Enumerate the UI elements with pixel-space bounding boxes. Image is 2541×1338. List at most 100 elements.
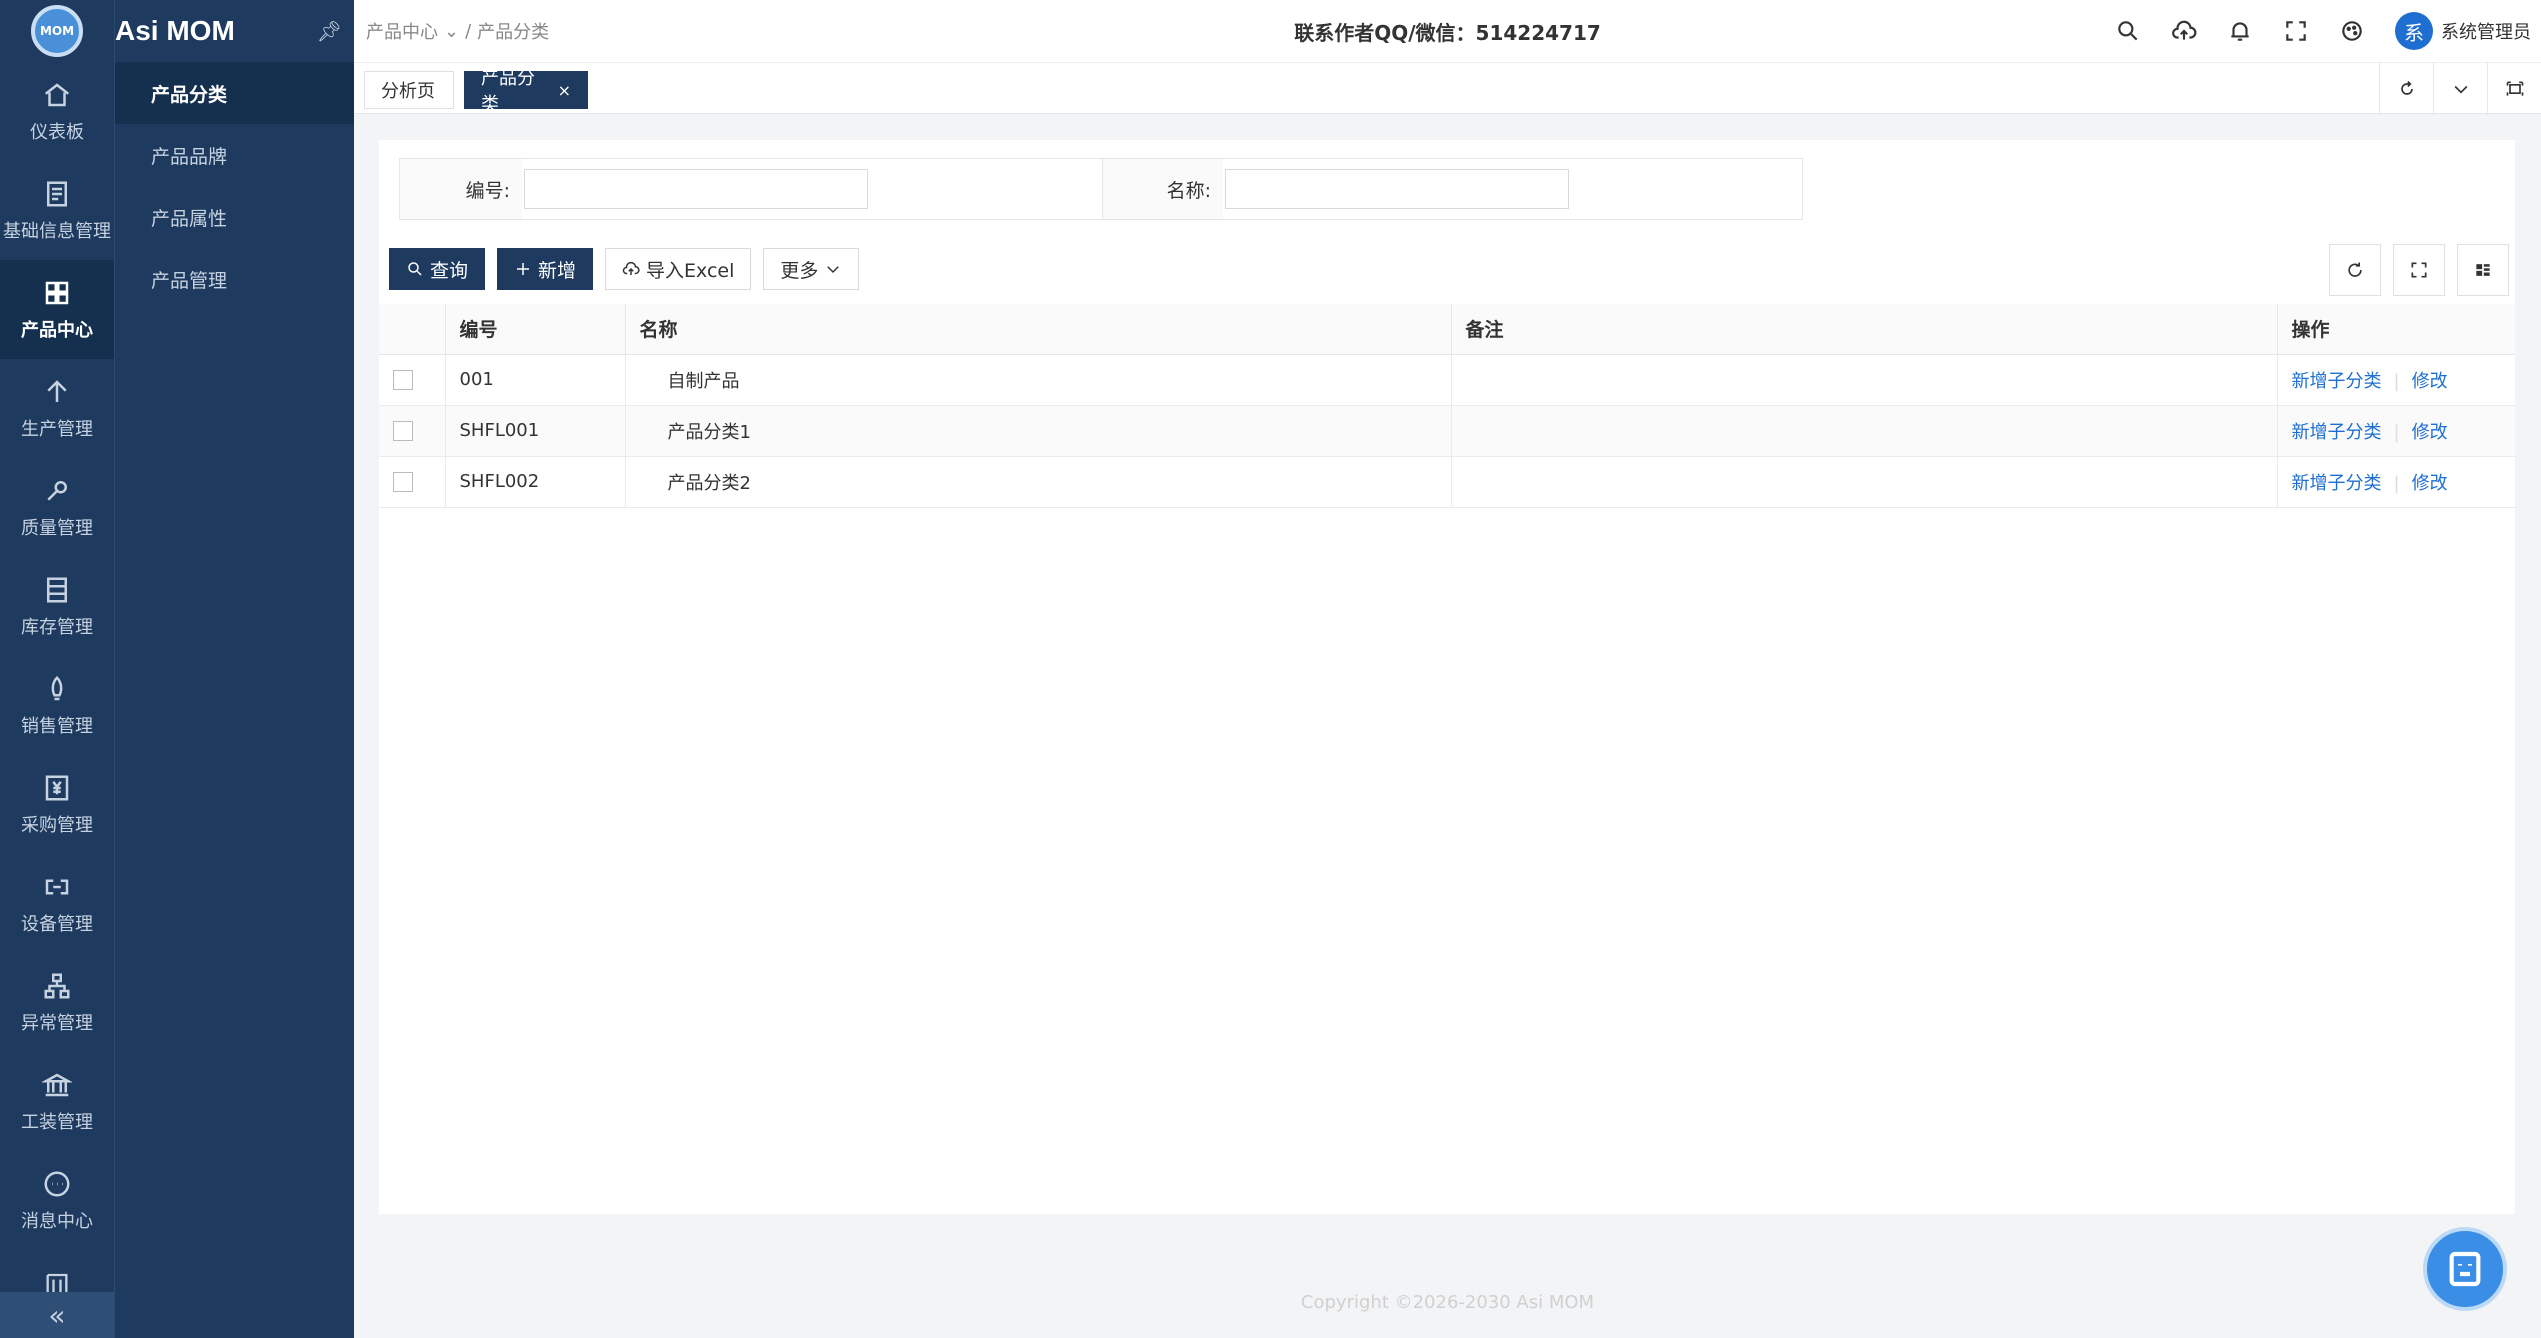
import-excel-button[interactable]: 导入Excel — [605, 248, 752, 290]
chevron-down-icon: ⌄ — [444, 20, 460, 42]
data-table-panel: 编号 名称 备注 操作 001 自制产品 新增子分类 | 修改 SHFL001 … — [379, 304, 2515, 1214]
expand-button[interactable] — [2393, 244, 2445, 296]
breadcrumb-item-product-center[interactable]: 产品中心 — [366, 18, 438, 44]
code-input[interactable] — [524, 169, 868, 209]
cloud-upload-icon[interactable] — [2171, 18, 2197, 44]
assistant-chat-button[interactable] — [2423, 1227, 2507, 1311]
breadcrumb-separator: / — [465, 20, 472, 42]
column-header-remark[interactable]: 备注 — [1451, 304, 2278, 355]
warehouse-icon — [42, 575, 72, 605]
name-input[interactable] — [1225, 169, 1569, 209]
fullscreen-icon[interactable] — [2283, 18, 2309, 44]
edit-link[interactable]: 修改 — [2412, 473, 2448, 494]
rail-item-label: 采购管理 — [21, 814, 93, 836]
rail-item-product-center[interactable]: 产品中心 — [0, 260, 114, 359]
maximize-icon[interactable] — [2487, 63, 2541, 115]
code-field-cell: 编号: — [400, 159, 1102, 219]
avatar: 系 — [2395, 12, 2433, 50]
add-child-link[interactable]: 新增子分类 — [2292, 473, 2382, 494]
submenu-item-product-brand[interactable]: 产品品牌 — [115, 124, 354, 186]
divider: | — [2393, 472, 2400, 494]
rail-item-label: 工装管理 — [21, 1111, 93, 1133]
rail-item-quality[interactable]: 质量管理 — [0, 458, 114, 557]
edit-link[interactable]: 修改 — [2412, 422, 2448, 443]
more-button[interactable]: 更多 — [763, 248, 860, 290]
table-row[interactable]: 001 自制产品 新增子分类 | 修改 — [379, 354, 2515, 406]
rail-item-exception[interactable]: 异常管理 — [0, 953, 114, 1052]
add-child-link[interactable]: 新增子分类 — [2292, 422, 2382, 443]
table-row[interactable]: SHFL001 产品分类1 新增子分类 | 修改 — [379, 405, 2515, 457]
chevron-down-icon[interactable] — [2433, 63, 2487, 115]
tab-analysis[interactable]: 分析页 — [364, 71, 454, 109]
edit-link[interactable]: 修改 — [2412, 371, 2448, 392]
tab-tools — [2379, 63, 2541, 115]
rail-item-sales[interactable]: 销售管理 — [0, 656, 114, 755]
plus-icon — [517, 263, 530, 275]
submenu-item-product-category[interactable]: 产品分类 — [115, 62, 354, 124]
name-field-cell: 名称: — [1102, 159, 1802, 219]
layout-icon — [2476, 264, 2490, 276]
code-cell: SHFL002 — [445, 456, 626, 508]
rail-item-production[interactable]: 生产管理 — [0, 359, 114, 458]
expand-icon — [2411, 262, 2427, 278]
rail-item-dashboard[interactable]: 仪表板 — [0, 62, 114, 161]
breadcrumb-item-current: 产品分类 — [477, 22, 550, 43]
row-checkbox[interactable] — [393, 421, 413, 441]
rail-item-tooling[interactable]: 工装管理 — [0, 1052, 114, 1151]
refresh-button[interactable] — [2329, 244, 2381, 296]
submenu-item-label: 产品管理 — [151, 269, 228, 292]
row-select-cell — [379, 456, 446, 508]
rail-item-purchase[interactable]: 采购管理 — [0, 755, 114, 854]
name-text: 自制产品 — [667, 370, 740, 392]
tab-product-category[interactable]: 产品分类 × — [464, 68, 588, 115]
chat-icon — [42, 1169, 72, 1199]
rail-item-equipment[interactable]: 设备管理 — [0, 854, 114, 953]
user-menu[interactable]: 系 系统管理员 — [2395, 12, 2531, 50]
rail-item-label: 设备管理 — [21, 913, 93, 935]
column-settings-button[interactable] — [2457, 244, 2509, 296]
add-button[interactable]: 新增 — [497, 248, 594, 290]
query-label: 查询 — [430, 259, 469, 282]
rail-item-label: 异常管理 — [21, 1012, 93, 1034]
row-checkbox[interactable] — [393, 370, 413, 390]
close-icon[interactable]: × — [558, 81, 571, 100]
divider: | — [2393, 370, 2400, 392]
column-header-code[interactable]: 编号 — [445, 304, 626, 355]
submenu-item-label: 产品属性 — [151, 207, 228, 230]
column-header-name[interactable]: 名称 — [625, 304, 1452, 355]
table-header-row: 编号 名称 备注 操作 — [379, 304, 2515, 355]
rail-item-label: 消息中心 — [21, 1210, 93, 1232]
query-button[interactable]: 查询 — [389, 248, 486, 290]
submenu-item-product-management[interactable]: 产品管理 — [115, 248, 354, 310]
palette-icon[interactable] — [2339, 18, 2365, 44]
action-buttons: 查询 新增 导入Excel 更多 — [389, 248, 860, 290]
submenu: Asi MOM 📌︎ 产品分类 产品品牌 产品属性 产品管理 — [114, 0, 354, 1338]
rail-item-label: 基础信息管理 — [3, 220, 111, 242]
wrench-icon — [42, 476, 72, 506]
bell-icon[interactable] — [2227, 18, 2253, 44]
rail-item-basic-info[interactable]: 基础信息管理 — [0, 161, 114, 260]
ops-cell: 新增子分类 | 修改 — [2277, 354, 2515, 406]
pin-icon[interactable]: 📌︎ — [317, 19, 342, 43]
refresh-tab-icon[interactable] — [2379, 63, 2433, 115]
submenu-item-product-attribute[interactable]: 产品属性 — [115, 186, 354, 248]
rocket-icon — [42, 674, 72, 704]
rail-item-partial[interactable] — [0, 1268, 114, 1292]
column-header-ops: 操作 — [2277, 304, 2515, 355]
device-icon — [42, 872, 72, 902]
search-icon[interactable] — [2115, 18, 2141, 44]
grid-icon — [42, 278, 72, 308]
rail-item-label: 质量管理 — [21, 517, 93, 539]
row-select-cell — [379, 354, 446, 406]
submenu-item-label: 产品品牌 — [151, 145, 228, 168]
collapse-sidebar-button[interactable]: « — [0, 1292, 114, 1338]
yen-icon — [42, 773, 72, 803]
refresh-icon — [2348, 262, 2362, 277]
table-row[interactable]: SHFL002 产品分类2 新增子分类 | 修改 — [379, 456, 2515, 508]
remark-cell — [1451, 456, 2278, 508]
add-child-link[interactable]: 新增子分类 — [2292, 371, 2382, 392]
topbar: 产品中心 ⌄ / 产品分类 联系作者QQ/微信：514224717 系 系统管理… — [354, 0, 2541, 62]
rail-item-messages[interactable]: 消息中心 — [0, 1151, 114, 1250]
row-checkbox[interactable] — [393, 472, 413, 492]
rail-item-inventory[interactable]: 库存管理 — [0, 557, 114, 656]
